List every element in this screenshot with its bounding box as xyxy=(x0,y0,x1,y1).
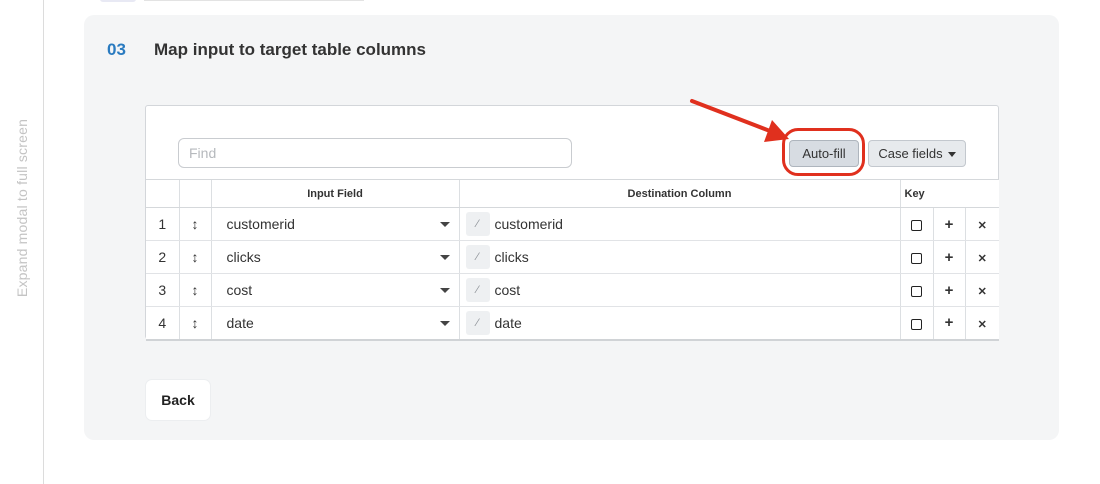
drag-handle-icon[interactable]: ↕ xyxy=(178,240,211,274)
key-checkbox[interactable] xyxy=(911,318,922,330)
close-icon[interactable]: ✕ xyxy=(978,319,987,331)
destination-column-cell: ⁄ date xyxy=(458,306,900,341)
plus-icon[interactable]: + xyxy=(945,216,954,233)
expand-fullscreen-link[interactable]: Expand modal to full screen xyxy=(14,119,30,297)
header-drag xyxy=(178,179,211,208)
back-button[interactable]: Back xyxy=(146,380,210,420)
magic-wand-icon[interactable]: ⁄ xyxy=(465,212,490,236)
key-cell xyxy=(899,273,933,307)
input-field-select[interactable]: date xyxy=(210,306,459,341)
header-key: Key xyxy=(899,179,1000,208)
page: Expand modal to full screen 03 Map input… xyxy=(0,0,1100,484)
chevron-down-icon xyxy=(439,288,450,293)
row-number: 3 xyxy=(146,273,179,307)
key-cell xyxy=(899,240,933,274)
remove-row-cell: ✕ xyxy=(964,306,1000,341)
row-number: 1 xyxy=(146,207,179,241)
plus-icon[interactable]: + xyxy=(945,249,954,266)
magic-wand-icon[interactable]: ⁄ xyxy=(465,278,490,302)
left-rail: Expand modal to full screen xyxy=(0,0,44,484)
destination-column-cell: ⁄ clicks xyxy=(458,240,900,274)
input-field-select[interactable]: clicks xyxy=(210,240,459,274)
drag-handle-icon[interactable]: ↕ xyxy=(178,306,211,341)
row-number: 2 xyxy=(146,240,179,274)
chevron-down-icon xyxy=(439,222,450,227)
case-fields-label: Case fields xyxy=(878,146,943,161)
previous-step-badge xyxy=(100,0,136,2)
plus-icon[interactable]: + xyxy=(945,282,954,299)
find-input[interactable] xyxy=(178,138,572,168)
add-row-cell: + xyxy=(932,273,965,307)
auto-fill-button[interactable]: Auto-fill xyxy=(789,140,859,167)
input-field-value: date xyxy=(226,314,254,331)
key-cell xyxy=(899,306,933,341)
add-row-cell: + xyxy=(932,306,965,341)
chevron-down-icon xyxy=(439,321,450,326)
destination-column-value: cost xyxy=(494,282,521,298)
table-row: 3 ↕ cost ⁄ cost + ✕ xyxy=(146,273,1000,307)
case-fields-dropdown[interactable]: Case fields xyxy=(868,140,966,167)
step-title: Map input to target table columns xyxy=(154,40,427,59)
step-number: 03 xyxy=(107,40,126,59)
header-row-number xyxy=(146,179,179,208)
back-label: Back xyxy=(161,392,195,408)
destination-column-value: date xyxy=(494,314,522,331)
input-field-value: cost xyxy=(226,282,253,298)
table-header-row: Input Field Destination Column Key xyxy=(146,179,1000,208)
magic-wand-icon[interactable]: ⁄ xyxy=(465,310,490,335)
destination-column-cell: ⁄ cost xyxy=(458,273,900,307)
destination-column-value: customerid xyxy=(494,216,563,232)
row-number: 4 xyxy=(146,306,179,341)
add-row-cell: + xyxy=(932,240,965,274)
close-icon[interactable]: ✕ xyxy=(978,253,987,265)
close-icon[interactable]: ✕ xyxy=(978,220,987,232)
table-row: 2 ↕ clicks ⁄ clicks + ✕ xyxy=(146,240,1000,274)
drag-handle-icon[interactable]: ↕ xyxy=(178,207,211,241)
table-row: 4 ↕ date ⁄ date + ✕ xyxy=(146,306,1000,341)
auto-fill-label: Auto-fill xyxy=(802,146,846,161)
header-destination-column: Destination Column xyxy=(458,179,900,208)
input-field-value: customerid xyxy=(226,216,295,232)
input-field-value: clicks xyxy=(226,249,261,265)
input-field-select[interactable]: customerid xyxy=(210,207,459,241)
chevron-down-icon xyxy=(439,255,450,260)
input-field-select[interactable]: cost xyxy=(210,273,459,307)
remove-row-cell: ✕ xyxy=(964,240,1000,274)
magic-wand-icon[interactable]: ⁄ xyxy=(465,245,490,269)
step-card: 03 Map input to target table columns Aut… xyxy=(84,15,1059,440)
previous-step-divider xyxy=(144,0,364,1)
add-row-cell: + xyxy=(932,207,965,241)
key-checkbox[interactable] xyxy=(911,285,922,297)
mapping-panel: Auto-fill Case fields xyxy=(145,105,1000,341)
close-icon[interactable]: ✕ xyxy=(978,286,987,298)
caret-down-icon xyxy=(947,151,956,157)
key-checkbox[interactable] xyxy=(911,252,922,264)
remove-row-cell: ✕ xyxy=(964,273,1000,307)
destination-column-cell: ⁄ customerid xyxy=(458,207,900,241)
drag-handle-icon[interactable]: ↕ xyxy=(178,273,211,307)
plus-icon[interactable]: + xyxy=(945,314,954,331)
key-checkbox[interactable] xyxy=(911,219,922,231)
remove-row-cell: ✕ xyxy=(964,207,1000,241)
mapping-table: Input Field Destination Column Key 1 ↕ cus… xyxy=(146,179,1000,341)
destination-column-value: clicks xyxy=(494,249,529,265)
header-input-field: Input Field xyxy=(210,179,459,208)
key-cell xyxy=(899,207,933,241)
table-row: 1 ↕ customerid ⁄ customerid + ✕ xyxy=(146,207,1000,241)
